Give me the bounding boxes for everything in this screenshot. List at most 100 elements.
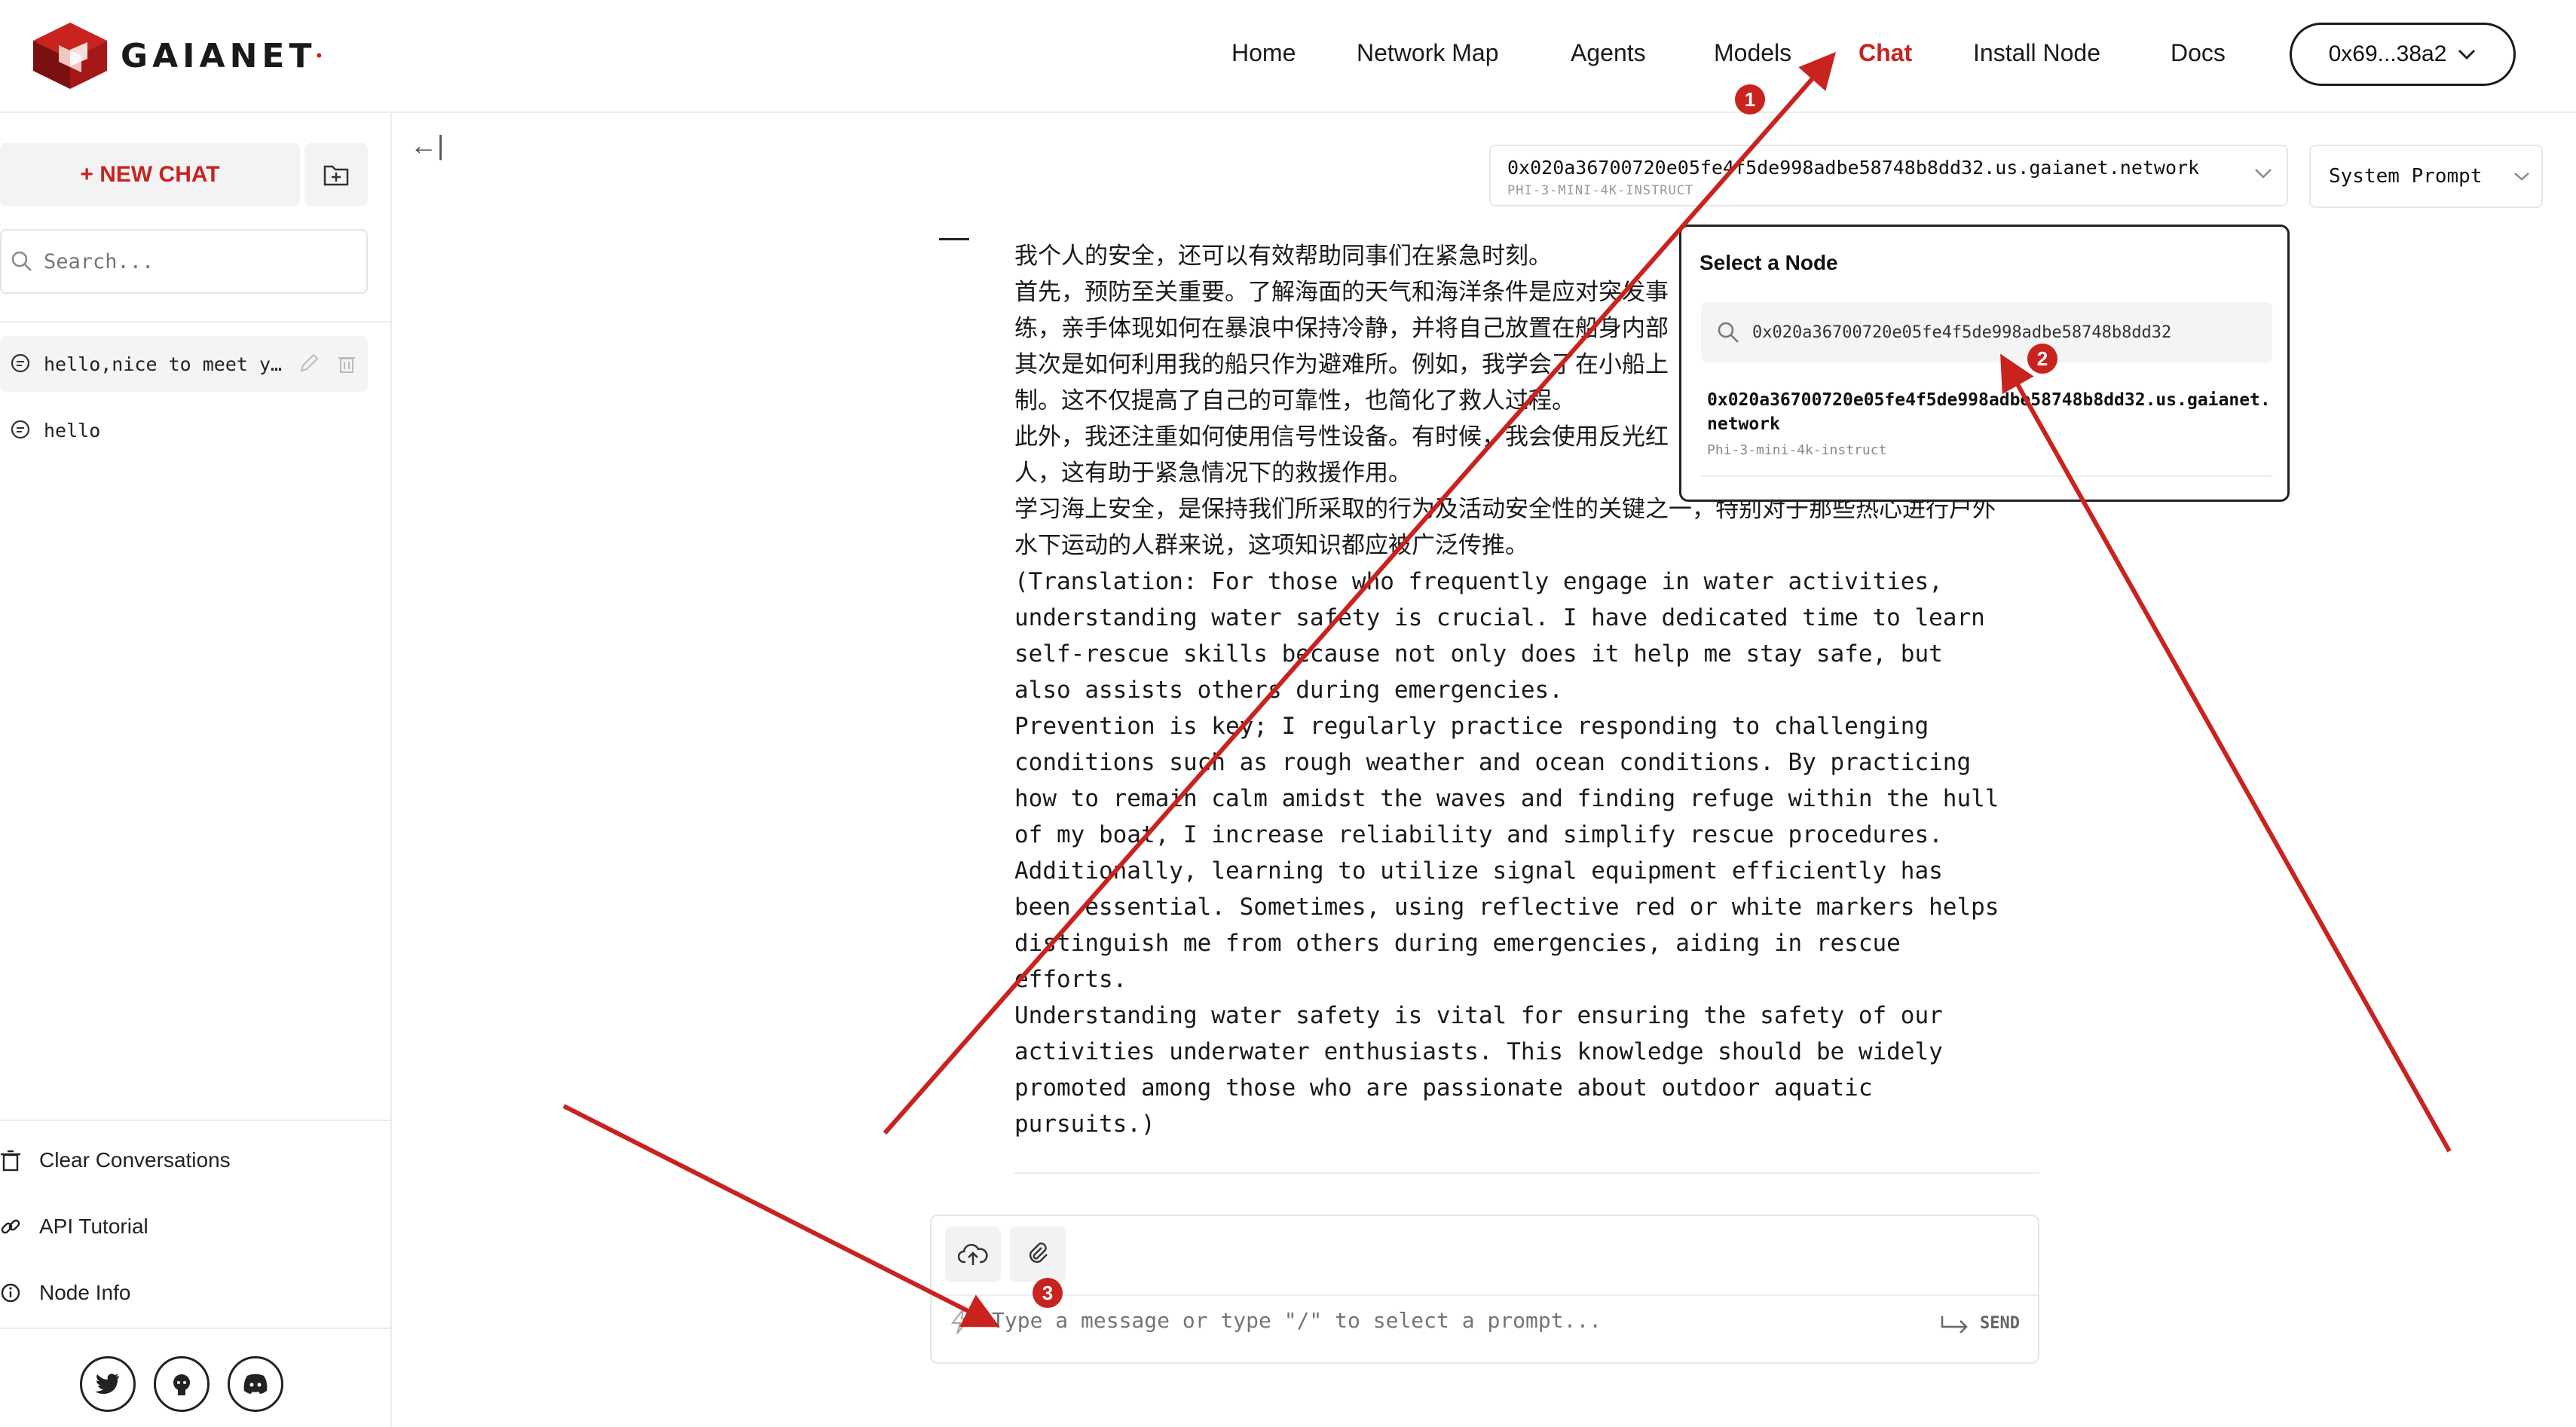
cloud-upload-icon xyxy=(958,1244,988,1265)
conversation-title: hello,nice to meet y… xyxy=(44,353,283,375)
nav-network-map[interactable]: Network Map xyxy=(1357,39,1499,67)
message-role-marker xyxy=(939,238,969,240)
discord-icon xyxy=(243,1374,268,1394)
sidebar-divider xyxy=(0,1328,392,1329)
message-line: how to remain calm amidst the waves and … xyxy=(1014,785,1999,812)
node-option-model: Phi-3-mini-4k-instruct xyxy=(1707,442,1887,458)
paperclip-icon xyxy=(1029,1242,1048,1264)
system-prompt-label: System Prompt xyxy=(2329,165,2483,188)
system-prompt-selector[interactable]: System Prompt xyxy=(2309,145,2543,208)
top-header: GAIANET • Home Network Map Agents Models… xyxy=(0,0,2576,113)
edit-icon[interactable] xyxy=(298,353,320,374)
node-info-link[interactable]: Node Info xyxy=(0,1270,130,1315)
wallet-button[interactable]: 0x69...38a2 xyxy=(2290,23,2516,86)
link-icon xyxy=(1,1219,20,1234)
nav-models[interactable]: Models xyxy=(1714,39,1791,67)
message-line: pursuits.) xyxy=(1014,1111,1155,1138)
nav-agents[interactable]: Agents xyxy=(1571,39,1646,67)
github-button[interactable] xyxy=(154,1356,210,1412)
search-icon xyxy=(1718,322,1739,343)
node-option[interactable]: 0x020a36700720e05fe4f5de998adbe58748b8dd… xyxy=(1707,388,2272,458)
trash-icon xyxy=(1,1150,20,1172)
collapse-sidebar-button[interactable]: ←| xyxy=(410,130,444,161)
enter-arrow-icon xyxy=(1941,1315,1968,1333)
message-line: (Translation: For those who frequently e… xyxy=(1014,568,1943,595)
message-line: self-rescue skills because not only does… xyxy=(1014,640,1943,668)
composer-divider xyxy=(932,1294,2038,1296)
message-composer: SEND xyxy=(930,1215,2039,1364)
twitter-button[interactable] xyxy=(80,1356,136,1412)
conversation-item[interactable]: hello xyxy=(0,402,368,458)
conversation-search[interactable] xyxy=(0,229,368,294)
popover-title: Select a Node xyxy=(1699,251,1838,274)
node-option-url: 0x020a36700720e05fe4f5de998adbe58748b8dd… xyxy=(1707,390,2271,434)
new-chat-button[interactable]: + NEW CHAT xyxy=(0,143,300,206)
upload-button[interactable] xyxy=(945,1227,1001,1282)
chevron-down-icon xyxy=(2255,169,2272,179)
clear-conversations-link[interactable]: Clear Conversations xyxy=(0,1138,231,1183)
chevron-down-icon xyxy=(2513,173,2529,181)
popover-divider xyxy=(1701,475,2272,477)
node-selector[interactable]: 0x020a36700720e05fe4f5de998adbe58748b8dd… xyxy=(1489,145,2288,206)
info-icon xyxy=(1,1283,20,1303)
sidebar-divider xyxy=(0,321,392,322)
message-line: Understanding water safety is vital for … xyxy=(1014,1002,1943,1029)
chat-bubble-icon xyxy=(11,420,30,439)
node-search-field[interactable]: 0x020a36700720e05fe4f5de998adbe58748b8dd… xyxy=(1701,302,2272,362)
message-divider xyxy=(1014,1172,2039,1174)
bolt-icon xyxy=(950,1309,971,1334)
search-icon xyxy=(11,251,32,271)
message-line: understanding water safety is crucial. I… xyxy=(1014,604,1985,631)
annotation-badge: 1 xyxy=(1735,84,1765,115)
nav-docs[interactable]: Docs xyxy=(2171,39,2226,67)
message-line: conditions such as rough weather and oce… xyxy=(1014,749,1972,776)
send-button[interactable]: SEND xyxy=(1941,1314,2020,1333)
sidebar-divider xyxy=(0,1120,392,1121)
message-line: 水下运动的人群来说，这项知识都应被广泛传推。 xyxy=(1014,532,1528,559)
folder-plus-icon xyxy=(323,165,349,186)
node-model: PHI-3-MINI-4K-INSTRUCT xyxy=(1507,183,1694,198)
gaianet-cube-icon xyxy=(33,23,107,89)
github-icon xyxy=(173,1374,190,1395)
message-line: been essential. Sometimes, using reflect… xyxy=(1014,894,1999,921)
message-input[interactable] xyxy=(992,1308,1859,1333)
node-info-label: Node Info xyxy=(39,1281,131,1304)
new-folder-button[interactable] xyxy=(304,143,368,206)
node-url: 0x020a36700720e05fe4f5de998adbe58748b8dd… xyxy=(1507,157,2200,179)
new-chat-label: + NEW CHAT xyxy=(80,162,220,187)
message-line: distinguish me from others during emerge… xyxy=(1014,930,1901,957)
send-label: SEND xyxy=(1980,1314,2020,1333)
message-line: also assists others during emergencies. xyxy=(1014,677,1563,704)
message-line: activities underwater enthusiasts. This … xyxy=(1014,1038,1943,1065)
twitter-icon xyxy=(95,1374,119,1395)
logo-dot: • xyxy=(316,46,323,65)
message-line: promoted among those who are passionate … xyxy=(1014,1074,1873,1102)
discord-button[interactable] xyxy=(228,1356,283,1412)
message-line: of my boat, I increase reliability and s… xyxy=(1014,821,1943,848)
nav-home[interactable]: Home xyxy=(1231,39,1296,67)
message-line: Additionally, learning to utilize signal… xyxy=(1014,857,1943,885)
chevron-down-icon xyxy=(2458,49,2476,60)
nav-chat[interactable]: Chat xyxy=(1859,39,1912,67)
annotation-badge: 2 xyxy=(2027,344,2057,374)
conversation-search-input[interactable] xyxy=(44,249,345,273)
clear-conversations-label: Clear Conversations xyxy=(39,1148,231,1172)
wallet-address: 0x69...38a2 xyxy=(2328,41,2447,66)
conversation-item[interactable]: hello,nice to meet y… xyxy=(0,336,368,392)
annotation-badge: 3 xyxy=(1033,1278,1063,1308)
logo-wordmark: GAIANET xyxy=(121,36,317,75)
api-tutorial-link[interactable]: API Tutorial xyxy=(0,1204,148,1249)
attach-link-button[interactable] xyxy=(1010,1227,1066,1282)
api-tutorial-label: API Tutorial xyxy=(39,1215,148,1238)
conversation-title: hello xyxy=(44,419,101,442)
message-line: Prevention is key; I regularly practice … xyxy=(1014,713,1929,740)
chat-bubble-icon xyxy=(11,353,30,373)
node-search-value: 0x020a36700720e05fe4f5de998adbe58748b8dd… xyxy=(1752,322,2172,342)
select-node-popover: Select a Node 0x020a36700720e05fe4f5de99… xyxy=(1679,225,2290,502)
gaianet-logo[interactable]: GAIANET • xyxy=(29,20,322,92)
message-line: efforts. xyxy=(1014,966,1127,993)
sidebar: + NEW CHAT hello,nice to meet y… hello C… xyxy=(0,113,392,1427)
annotation-arrow xyxy=(562,1104,1000,1328)
trash-icon[interactable] xyxy=(336,353,357,374)
nav-install-node[interactable]: Install Node xyxy=(1973,39,2100,67)
